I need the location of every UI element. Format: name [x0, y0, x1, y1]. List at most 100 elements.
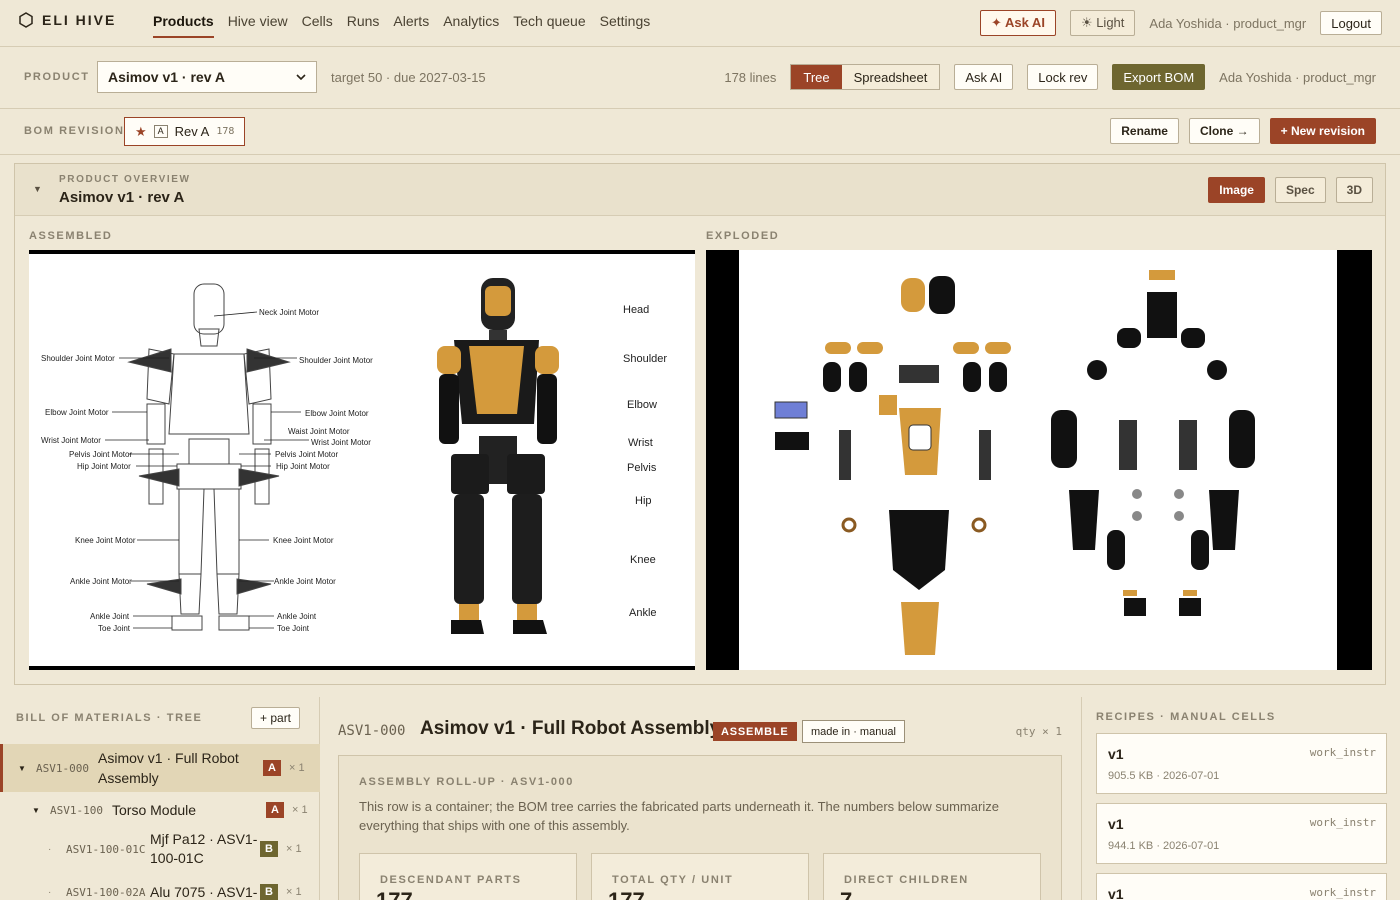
- ask-ai-secondary-button[interactable]: Ask AI: [954, 64, 1014, 90]
- export-bom-button[interactable]: Export BOM: [1112, 64, 1206, 90]
- assembled-image: Neck Joint Motor Shoulder Joint Motor Sh…: [29, 250, 695, 670]
- label-knee-motor-left: Knee Joint Motor: [75, 536, 136, 545]
- detail-part-code: ASV1-000: [338, 723, 406, 739]
- tab-tech-queue[interactable]: Tech queue: [513, 0, 585, 38]
- detail-qty: qty × 1: [1015, 725, 1062, 738]
- kind-badge: A: [263, 760, 281, 776]
- kind-badge: B: [260, 841, 278, 857]
- view-spreadsheet-button[interactable]: Spreadsheet: [841, 65, 940, 89]
- tab-products[interactable]: Products: [153, 0, 214, 38]
- exploded-label: EXPLODED: [706, 230, 780, 242]
- tab-alerts[interactable]: Alerts: [393, 0, 429, 38]
- collapse-caret-icon[interactable]: ▼: [33, 184, 42, 194]
- body-label-hip: Hip: [635, 495, 652, 507]
- revision-bar: BOM REVISION ★ A Rev A 178 Rename Clone …: [0, 109, 1400, 155]
- label-knee-motor-right: Knee Joint Motor: [273, 536, 334, 545]
- ask-ai-button[interactable]: ✦ Ask AI: [979, 10, 1056, 36]
- bullet-icon: ·: [48, 843, 52, 855]
- exploded-parts-drawing: [774, 270, 1255, 655]
- lock-rev-button[interactable]: Lock rev: [1027, 64, 1099, 90]
- view-toggle: Tree Spreadsheet: [790, 64, 941, 90]
- tab-cells[interactable]: Cells: [302, 0, 333, 38]
- assembled-label: ASSEMBLED: [29, 230, 113, 242]
- revision-name: Rev A: [174, 124, 210, 139]
- product-bar: PRODUCT Asimov v1 · rev A target 50 · du…: [0, 47, 1400, 109]
- app-name: ELI HIVE: [42, 12, 117, 28]
- add-part-button[interactable]: + part: [251, 707, 301, 729]
- logout-button[interactable]: Logout: [1320, 11, 1382, 35]
- recipe-card[interactable]: v1 work_instr 944.1 KB · 2026-07-01: [1096, 803, 1387, 864]
- tab-hive-view[interactable]: Hive view: [228, 0, 288, 38]
- label-shoulder-motor-left: Shoulder Joint Motor: [41, 354, 115, 363]
- bom-tree-caption: BILL OF MATERIALS · TREE: [16, 712, 203, 724]
- rename-button[interactable]: Rename: [1110, 118, 1179, 144]
- user-label: Ada Yoshida · product_mgr: [1149, 15, 1307, 31]
- chevron-down-icon: [296, 74, 306, 80]
- body-label-knee: Knee: [630, 554, 656, 566]
- rollup-description: This row is a container; the BOM tree ca…: [359, 799, 999, 833]
- label-neck-motor: Neck Joint Motor: [259, 308, 319, 317]
- label-hip-motor-right: Hip Joint Motor: [276, 462, 330, 471]
- image-view-button[interactable]: Image: [1208, 177, 1265, 203]
- assemble-badge: ASSEMBLE: [713, 722, 797, 741]
- main-nav-tabs: Products Hive view Cells Runs Alerts Ana…: [153, 0, 650, 47]
- kind-badge: A: [266, 802, 284, 818]
- stat-total-qty: TOTAL QTY / UNIT 177: [591, 853, 809, 900]
- star-icon: ★: [135, 123, 147, 139]
- recipes-panel: RECIPES · MANUAL CELLS v1 work_instr 905…: [1081, 697, 1400, 900]
- body-label-head: Head: [623, 304, 649, 316]
- label-wrist-motor-right: Wrist Joint Motor: [311, 438, 371, 447]
- label-toe-joint-right: Toe Joint: [277, 624, 310, 633]
- 3d-view-button[interactable]: 3D: [1335, 177, 1373, 203]
- top-nav: ELI HIVE Products Hive view Cells Runs A…: [0, 0, 1400, 47]
- product-select-value: Asimov v1 · rev A: [108, 69, 225, 85]
- bom-revision-label: BOM REVISION: [24, 125, 125, 137]
- tab-settings[interactable]: Settings: [600, 0, 651, 38]
- caret-down-icon[interactable]: ▼: [18, 764, 32, 773]
- label-elbow-motor-left: Elbow Joint Motor: [45, 408, 109, 417]
- body-label-ankle: Ankle: [629, 607, 657, 619]
- clone-button[interactable]: Clone →: [1188, 118, 1260, 144]
- new-revision-button[interactable]: + New revision: [1269, 118, 1376, 144]
- recipe-card[interactable]: v1 work_instr: [1096, 873, 1387, 900]
- line-count: 178 lines: [724, 69, 777, 85]
- label-pelvis-motor-left: Pelvis Joint Motor: [69, 450, 132, 459]
- caret-down-icon[interactable]: ▼: [32, 806, 46, 815]
- rendered-robot-figure: [437, 278, 559, 634]
- hexagon-logo-icon: [19, 12, 33, 28]
- label-ankle-motor-left: Ankle Joint Motor: [70, 577, 132, 586]
- product-target: target 50 · due 2027-03-15: [331, 70, 486, 85]
- theme-toggle[interactable]: ☀ Light: [1069, 10, 1136, 36]
- label-hip-motor-left: Hip Joint Motor: [77, 462, 131, 471]
- revision-letter: A: [153, 125, 168, 138]
- made-in-badge[interactable]: made in · manual: [802, 720, 905, 743]
- tab-runs[interactable]: Runs: [347, 0, 380, 38]
- recipe-card[interactable]: v1 work_instr 905.5 KB · 2026-07-01: [1096, 733, 1387, 794]
- spec-view-button[interactable]: Spec: [1274, 177, 1326, 203]
- app-logo[interactable]: ELI HIVE: [18, 12, 116, 28]
- view-tree-button[interactable]: Tree: [791, 65, 842, 89]
- label-elbow-motor-right: Elbow Joint Motor: [305, 409, 369, 418]
- rollup-caption: ASSEMBLY ROLL-UP · ASV1-000: [359, 776, 574, 788]
- label-toe-joint-left: Toe Joint: [98, 624, 131, 633]
- bullet-icon: ·: [48, 886, 52, 898]
- kind-badge: B: [260, 884, 278, 900]
- revision-chip[interactable]: ★ A Rev A 178: [124, 117, 246, 146]
- tree-row[interactable]: ▼ ASV1-100 Torso Module A × 1: [0, 797, 320, 823]
- body-label-pelvis: Pelvis: [627, 462, 657, 474]
- label-waist-motor: Waist Joint Motor: [288, 427, 350, 436]
- tab-analytics[interactable]: Analytics: [443, 0, 499, 38]
- overview-header: ▼ PRODUCT OVERVIEW Asimov v1 · rev A Ima…: [15, 164, 1385, 216]
- revision-count: 178: [216, 126, 235, 137]
- exploded-image: [706, 250, 1372, 670]
- tree-row[interactable]: · ASV1-100-01C Mjf Pa12 · ASV1-100-01C B…: [0, 827, 320, 871]
- tree-row[interactable]: ▼ ASV1-000 Asimov v1 · Full Robot Assemb…: [0, 744, 320, 792]
- label-wrist-motor-left: Wrist Joint Motor: [41, 436, 101, 445]
- recipes-caption: RECIPES · MANUAL CELLS: [1096, 711, 1276, 723]
- tree-row[interactable]: · ASV1-100-02A Alu 7075 · ASV1- B × 1: [0, 879, 320, 900]
- label-pelvis-motor-right: Pelvis Joint Motor: [275, 450, 338, 459]
- label-shoulder-motor-right: Shoulder Joint Motor: [299, 356, 373, 365]
- bom-tree-panel: BILL OF MATERIALS · TREE + part ▼ ASV1-0…: [0, 697, 320, 900]
- stat-descendant-parts: DESCENDANT PARTS 177: [359, 853, 577, 900]
- product-select[interactable]: Asimov v1 · rev A: [97, 61, 317, 93]
